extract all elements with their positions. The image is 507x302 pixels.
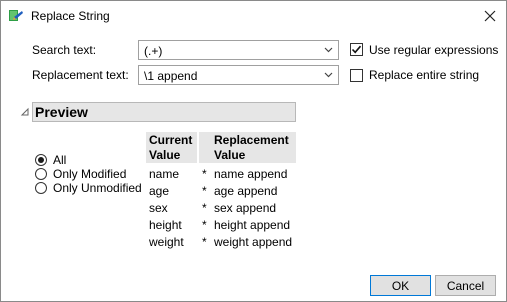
radio-all-label[interactable]: All xyxy=(53,153,66,167)
replacement-value-cell: sex append xyxy=(214,201,277,215)
radio-only-unmodified-label[interactable]: Only Unmodified xyxy=(53,181,142,195)
check-icon xyxy=(351,45,362,54)
replacement-text-value: \1 append xyxy=(144,69,198,83)
current-value-cell: name xyxy=(149,167,180,181)
column-header-replacement: Replacement Value xyxy=(199,132,296,163)
replacement-text-combo[interactable]: \1 append xyxy=(138,65,339,85)
current-value-cell: height xyxy=(149,218,182,232)
preview-section-header[interactable]: Preview xyxy=(32,102,296,122)
title-bar: Replace String xyxy=(1,1,506,32)
current-value-cell: age xyxy=(149,184,170,198)
replace-string-app-icon xyxy=(8,8,24,24)
column-header-replacement-line2: Value xyxy=(214,148,246,162)
disclosure-triangle-icon[interactable] xyxy=(20,107,30,117)
replace-string-dialog: Replace String Search text: (.+) Replace… xyxy=(0,0,507,302)
current-value-cell: sex xyxy=(149,201,168,215)
replacement-value-cell: age append xyxy=(214,184,278,198)
current-value-cell: weight xyxy=(149,235,184,249)
replace-entire-label[interactable]: Replace entire string xyxy=(369,68,479,82)
preview-title: Preview xyxy=(35,104,88,120)
radio-only-modified[interactable] xyxy=(35,168,47,180)
radio-only-modified-label[interactable]: Only Modified xyxy=(53,167,126,181)
search-text-combo[interactable]: (.+) xyxy=(138,40,339,60)
close-button[interactable] xyxy=(478,5,502,27)
modified-marker: * xyxy=(202,235,207,249)
modified-marker: * xyxy=(202,218,207,232)
replacement-value-cell: name append xyxy=(214,167,288,181)
column-header-replacement-line1: Replacement xyxy=(214,133,289,147)
use-regex-label[interactable]: Use regular expressions xyxy=(369,43,498,57)
ok-button[interactable]: OK xyxy=(370,275,431,296)
radio-only-unmodified[interactable] xyxy=(35,182,47,194)
replacement-value-cell: height append xyxy=(214,218,291,232)
chevron-down-icon[interactable] xyxy=(324,69,333,81)
replace-entire-checkbox[interactable] xyxy=(350,69,363,82)
modified-marker: * xyxy=(202,167,207,181)
close-icon xyxy=(484,10,496,22)
radio-selected-dot xyxy=(38,157,44,163)
replacement-text-label: Replacement text: xyxy=(32,68,129,82)
modified-marker: * xyxy=(202,184,207,198)
modified-marker: * xyxy=(202,201,207,215)
use-regex-checkbox[interactable] xyxy=(350,43,363,56)
column-header-current-line2: Value xyxy=(149,148,181,162)
cancel-button[interactable]: Cancel xyxy=(435,275,496,296)
search-text-value: (.+) xyxy=(144,44,163,58)
column-header-current-line1: Current xyxy=(149,133,193,147)
radio-all[interactable] xyxy=(35,154,47,166)
search-text-label: Search text: xyxy=(32,43,97,57)
chevron-down-icon[interactable] xyxy=(324,44,333,56)
replacement-value-cell: weight append xyxy=(214,235,293,249)
window-title: Replace String xyxy=(31,9,110,23)
column-header-current: Current Value xyxy=(146,132,197,163)
